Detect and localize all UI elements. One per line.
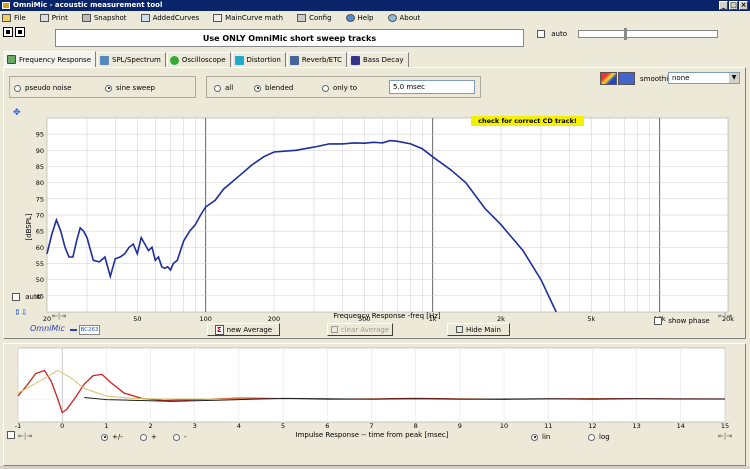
close-button[interactable]: × [739,1,748,10]
auto-toggle[interactable]: auto [537,30,567,38]
spectrum-icon [100,55,110,65]
curves-icon [140,13,150,22]
ir-minus-radio[interactable] [173,433,180,441]
pan-left-right-icon[interactable]: ⇤|⇥ [52,312,66,320]
tab-distortion[interactable]: Distortion [231,52,286,67]
new-average-button[interactable]: Σ new Average [207,323,280,336]
level-slider-1[interactable] [578,30,718,38]
color-dash [70,329,77,331]
ir-plus-radio[interactable] [140,433,147,441]
frequency-icon [7,55,16,64]
fr-y-tick-label: 55 [36,260,44,268]
menu-print[interactable]: Print [39,13,68,22]
ir-plus-minus-radio[interactable] [101,433,108,441]
ir-plus-option[interactable]: + [140,433,157,441]
fr-x-tick-label: 50 [133,315,141,323]
show-phase-toggle[interactable]: show phase [654,317,710,325]
hide-icon [456,326,464,333]
menu-snapshot[interactable]: Snapshot [81,13,127,22]
oscilloscope-icon [169,55,179,65]
app-icon [2,2,10,9]
fr-x-tick-label: 100 [199,315,211,323]
frequency-response-chart: 4550556065707580859095 20 50 100 200 500 1k 2k… [25,117,734,323]
fr-auto-checkbox[interactable] [12,293,20,301]
help-icon [345,13,355,22]
hide-main-button[interactable]: Hide Main [447,323,510,336]
ir-plus-minus-option[interactable]: +/- [101,433,123,441]
fr-x-tick-label: 5k [587,315,595,323]
slider-thumb[interactable] [624,28,627,40]
fr-x-axis-label: Frequency Response -freq [Hz] [333,312,441,320]
ir-log-option[interactable]: log [588,433,610,441]
ir-pan-end-icon[interactable]: ⇤|⇥ [718,432,732,440]
frequency-response-panel: pseudo noise sine sweep all blended only… [3,67,746,339]
bass-decay-icon [350,55,360,65]
fr-y-tick-label: 60 [36,244,44,252]
stop-button[interactable] [15,27,25,37]
notice-banner: Use ONLY OmniMic short sweep tracks [55,29,524,47]
auto-checkbox[interactable] [537,30,545,38]
move-cross-icon[interactable]: ✥ [13,109,21,118]
show-phase-checkbox[interactable] [654,317,662,325]
fr-x-tick-label: 200 [268,315,280,323]
fr-y-tick-label: 65 [36,228,44,236]
fr-y-axis-label: [dBSPL] [25,213,33,240]
fr-y-tick-label: 80 [36,179,44,187]
top-toolbar: Use ONLY OmniMic short sweep tracks auto [0,24,750,52]
wrench-icon [297,13,307,22]
minimize-button[interactable]: _ [719,1,728,10]
reverb-icon [289,55,299,65]
ir-lin-radio[interactable] [531,433,538,441]
tab-oscilloscope[interactable]: Oscilloscope [166,52,231,67]
ir-lin-option[interactable]: lin [531,433,550,441]
maximize-button[interactable]: □ [729,1,738,10]
omnimic-brand: OmniMic [30,324,65,333]
fr-auto-toggle[interactable]: auto [12,293,41,301]
sigma-icon: Σ [214,324,224,335]
fr-y-tick-label: 50 [36,276,44,284]
ir-minus-option[interactable]: - [173,433,187,441]
zoom-arrows-icon[interactable]: ⇕⇩ [14,308,27,317]
menu-added-curves[interactable]: AddedCurves [140,13,199,22]
menu-about[interactable]: About [387,13,420,22]
tab-spl-spectrum[interactable]: SPL/Spectrum [97,52,166,67]
info-icon [387,13,397,22]
menu-maincurve-math[interactable]: MainCurve math [213,13,283,22]
math-icon [213,13,223,22]
fr-y-tick-label: 75 [36,195,44,203]
fr-y-tick-label: 90 [36,147,44,155]
fr-y-tick-label: 70 [36,212,44,220]
tab-bar: Frequency Response SPL/Spectrum Oscillos… [4,51,410,67]
pan-right-end-icon[interactable]: ⇤|⇥ [718,312,732,320]
menu-config[interactable]: Config [297,13,332,22]
ir-auto-checkbox[interactable] [7,431,15,439]
fr-y-tick-label: 95 [36,131,44,139]
folder-icon [2,13,11,22]
ir-pan-icon[interactable]: ⇤|⇥ [18,432,32,440]
mic-id-field: BC263 [79,325,100,335]
menu-file[interactable]: File [2,13,26,22]
record-button[interactable] [3,27,13,37]
clear-average-button[interactable]: clear Average [327,323,393,336]
impulse-response-panel [3,343,746,466]
clear-icon [330,326,338,333]
menu-bar: File Print Snapshot AddedCurves MainCurv… [0,11,750,24]
title-bar: OmniMic - acoustic measurement tool _ □ … [0,0,750,11]
fr-x-tick-label: 20 [43,315,51,323]
fr-x-tick-label: 2k [497,315,505,323]
distortion-icon [234,55,244,65]
tab-bass-decay[interactable]: Bass Decay [347,52,409,67]
menu-help[interactable]: Help [345,13,374,22]
fr-y-tick-label: 85 [36,163,44,171]
printer-icon [39,13,49,22]
tab-reverb-etc[interactable]: Reverb/ETC [286,52,347,67]
camera-icon [81,13,91,22]
tab-frequency-response[interactable]: Frequency Response [4,51,97,67]
warning-banner: check for correct CD track! [471,116,584,126]
ir-log-radio[interactable] [588,433,595,441]
window-title: OmniMic - acoustic measurement tool [13,1,163,9]
